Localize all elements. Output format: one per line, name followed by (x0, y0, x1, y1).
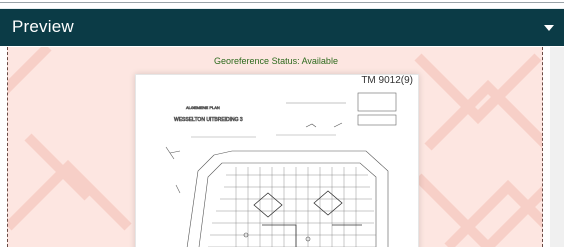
map-subtitle-text: ALGEMENE PLAN (186, 105, 220, 110)
georeference-status: Georeference Status: Available (214, 56, 338, 66)
map-title-text: WESSELTON UITBREIDING 3 (174, 117, 243, 123)
map-preview-image[interactable]: TM 9012(9) ALGEMENE PLAN WESSELTON UITBR… (135, 74, 419, 247)
scrollbar-track[interactable] (550, 47, 564, 247)
preview-section-header[interactable]: Preview (0, 8, 564, 46)
chevron-down-icon[interactable] (544, 25, 554, 31)
map-reference-label: TM 9012(9) (361, 75, 413, 86)
cadastral-plan-drawing: ALGEMENE PLAN WESSELTON UITBREIDING 3 (165, 92, 397, 247)
preview-title: Preview (12, 17, 74, 36)
top-divider (0, 2, 564, 3)
preview-panel: Georeference Status: Available TM 9012(9… (7, 47, 543, 247)
